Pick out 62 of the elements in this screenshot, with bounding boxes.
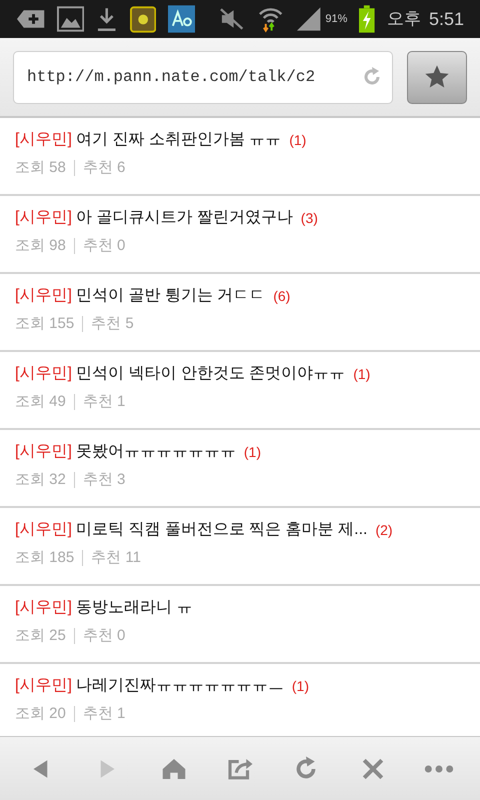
view-count: 조회 32	[15, 470, 66, 490]
comment-count: (3)	[300, 208, 318, 228]
recommend-count: 추천 1	[82, 704, 126, 724]
view-count: 조회 58	[15, 158, 66, 178]
post-tag: [시우민]	[15, 206, 72, 230]
recommend-count: 추천 11	[91, 548, 141, 568]
charging-battery-icon	[359, 5, 375, 33]
post-item[interactable]: [시우민] 여기 진짜 소취판인가봄 ㅠㅠ (1) 조회 58 추천 6	[0, 118, 480, 196]
image-icon	[57, 6, 84, 32]
comment-count: (6)	[273, 286, 290, 306]
download-icon	[96, 6, 118, 32]
font-app-icon	[168, 5, 196, 33]
signal-icon	[296, 6, 322, 32]
view-count: 조회 185	[15, 548, 74, 568]
post-item[interactable]: [시우민] 동방노래라니 ㅠ 조회 25 추천 0	[0, 586, 480, 664]
recommend-count: 추천 5	[91, 314, 134, 334]
post-title: 민석이 골반 튕기는 거ㄷㄷ	[76, 286, 266, 306]
comment-count: (1)	[292, 676, 310, 696]
view-count: 조회 98	[15, 236, 66, 256]
wifi-icon	[256, 5, 284, 33]
post-title: 나레기진짜ㅠㅠㅠㅠㅠㅠㅠㅡ	[76, 676, 284, 696]
recommend-count: 추천 0	[82, 626, 126, 646]
comment-count: (1)	[289, 130, 306, 150]
post-title: 아 골디큐시트가 짤린거였구나	[76, 208, 293, 228]
mute-icon	[219, 7, 245, 31]
post-title: 민석이 넥타이 안한것도 존멋이야ㅠㅠ	[76, 364, 346, 384]
notification-add-icon	[16, 9, 46, 29]
post-title: 못봤어ㅠㅠㅠㅠㅠㅠㅠ	[76, 442, 236, 462]
battery-percent: 91%	[325, 12, 348, 27]
comment-count: (2)	[375, 520, 393, 540]
post-title: 미로틱 직캠 풀버전으로 찍은 홈마분 제...	[76, 520, 368, 540]
post-item[interactable]: [시우민] 미로틱 직캠 풀버전으로 찍은 홈마분 제... (2) 조회 185 추천 11	[0, 508, 480, 586]
post-tag: [시우민]	[15, 518, 72, 542]
comment-count: (1)	[244, 442, 262, 462]
post-title: 여기 진짜 소취판인가봄 ㅠㅠ	[76, 130, 282, 150]
clock-period: 오후	[386, 8, 421, 30]
post-title: 동방노래라니 ㅠ	[76, 598, 192, 618]
recommend-count: 추천 3	[82, 470, 126, 490]
bookmark-button[interactable]	[407, 50, 467, 104]
post-tag: [시우민]	[15, 284, 72, 308]
post-tag: [시우민]	[15, 362, 72, 386]
app-icon	[130, 6, 156, 32]
recommend-count: 추천 0	[82, 236, 126, 256]
post-item[interactable]: [시우민] 민석이 넥타이 안한것도 존멋이야ㅠㅠ (1) 조회 49 추천 1	[0, 352, 480, 430]
url-text: http://m.pann.nate.com/talk/c2	[27, 67, 316, 88]
more-icon	[424, 764, 454, 772]
view-count: 조회 49	[15, 392, 66, 412]
recommend-count: 추천 6	[82, 158, 126, 178]
post-tag: [시우민]	[15, 128, 72, 152]
url-field[interactable]: http://m.pann.nate.com/talk/c2	[13, 50, 393, 104]
post-item[interactable]: [시우민] 못봤어ㅠㅠㅠㅠㅠㅠㅠ (1) 조회 32 추천 3	[0, 430, 480, 508]
view-count: 조회 25	[15, 626, 66, 646]
post-item[interactable]: [시우민] 아 골디큐시트가 짤린거였구나 (3) 조회 98 추천 0	[0, 196, 480, 274]
comment-count: (1)	[353, 364, 370, 384]
post-tag: [시우민]	[15, 674, 72, 698]
view-count: 조회 155	[15, 314, 74, 334]
recommend-count: 추천 1	[82, 392, 126, 412]
post-tag: [시우민]	[15, 596, 72, 620]
clock-time: 5:51	[428, 8, 464, 30]
post-item[interactable]: [시우민] 민석이 골반 튕기는 거ㄷㄷ (6) 조회 155 추천 5	[0, 274, 480, 352]
view-count: 조회 20	[15, 704, 66, 724]
post-tag: [시우민]	[15, 440, 72, 464]
